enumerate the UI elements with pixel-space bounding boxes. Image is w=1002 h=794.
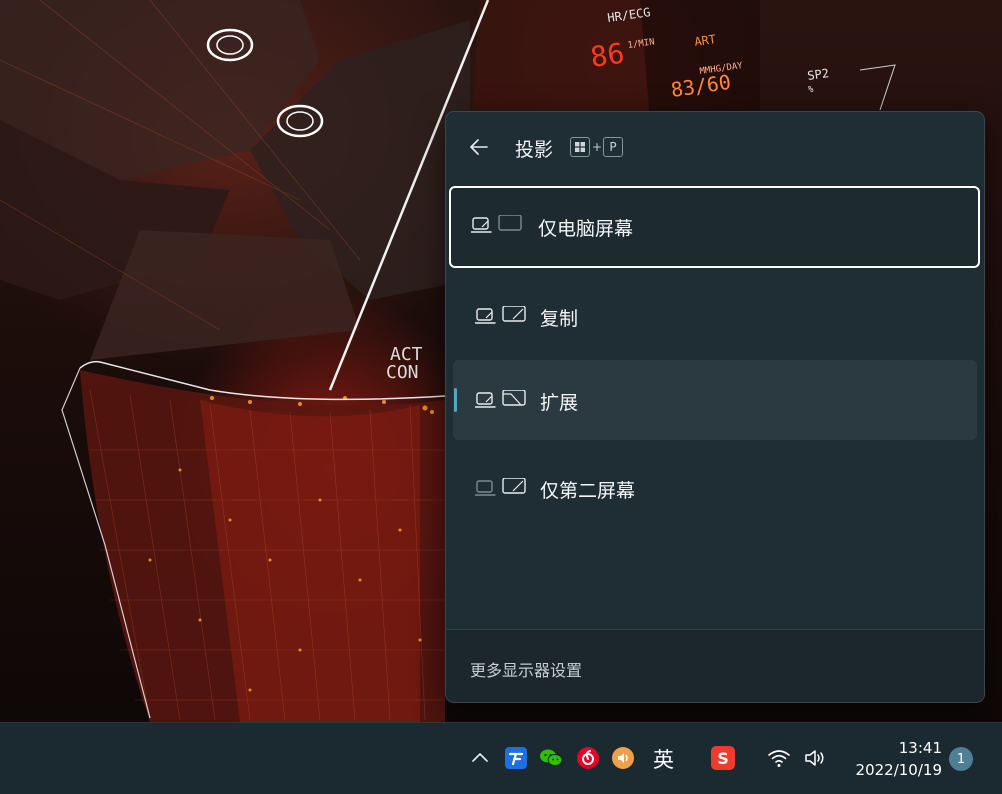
show-hidden-icons-button[interactable] — [468, 745, 492, 769]
wifi-icon[interactable] — [767, 746, 791, 770]
option-label: 仅第二屏幕 — [540, 480, 636, 502]
wechat-icon[interactable] — [539, 746, 563, 770]
hud-text-10: CON — [386, 362, 419, 383]
shortcut-hint: + P — [570, 137, 623, 157]
tray-app-blue-icon[interactable] — [504, 746, 528, 770]
sogou-letter: S — [717, 748, 729, 768]
second-screen-only-icon — [475, 478, 526, 496]
hud-text-2: 86 — [588, 37, 626, 74]
volume-icon[interactable] — [803, 746, 827, 770]
duplicate-icon — [475, 306, 526, 324]
back-arrow-icon — [470, 139, 488, 155]
ime-english-icon[interactable]: 英 — [653, 744, 674, 774]
option-pc-screen-only[interactable]: 仅电脑屏幕 — [449, 186, 980, 268]
win-key-icon — [570, 137, 590, 157]
flyout-footer: 更多显示器设置 — [446, 629, 984, 702]
clock-time: 13:41 — [898, 739, 942, 757]
shortcut-plus: + — [592, 140, 603, 154]
extend-icon — [475, 390, 526, 408]
option-second-screen-only[interactable]: 仅第二屏幕 — [453, 448, 977, 528]
hud-text-6: % — [808, 85, 814, 95]
hud-text-3: ART — [693, 32, 716, 49]
chevron-up-icon — [472, 753, 488, 762]
sogou-input-icon[interactable]: S — [711, 746, 735, 770]
more-display-settings-link[interactable]: 更多显示器设置 — [470, 657, 582, 681]
option-duplicate[interactable]: 复制 — [453, 276, 977, 356]
option-label: 仅电脑屏幕 — [538, 218, 634, 240]
p-key: P — [603, 137, 623, 157]
project-flyout: 投影 + P 仅电脑屏幕 复制 扩展 仅第二屏幕 更多显示器设置 — [445, 111, 985, 703]
flyout-title: 投影 — [515, 139, 554, 161]
taskbar: 英 S 13:41 2022/10/19 1 — [0, 722, 1002, 794]
audio-app-icon[interactable] — [611, 746, 635, 770]
option-extend[interactable]: 扩展 — [453, 360, 977, 440]
hud-text-5: SP2 — [806, 66, 829, 83]
clock-date: 2022/10/19 — [855, 761, 942, 779]
option-label: 扩展 — [540, 392, 579, 414]
clock[interactable]: 13:41 2022/10/19 — [846, 737, 942, 781]
back-button[interactable] — [464, 132, 494, 162]
active-indicator — [454, 388, 457, 412]
notification-badge[interactable]: 1 — [949, 747, 973, 771]
pc-screen-only-icon — [471, 215, 522, 233]
netease-music-icon[interactable] — [576, 746, 600, 770]
flyout-header: 投影 + P — [446, 112, 984, 182]
option-label: 复制 — [540, 308, 579, 330]
